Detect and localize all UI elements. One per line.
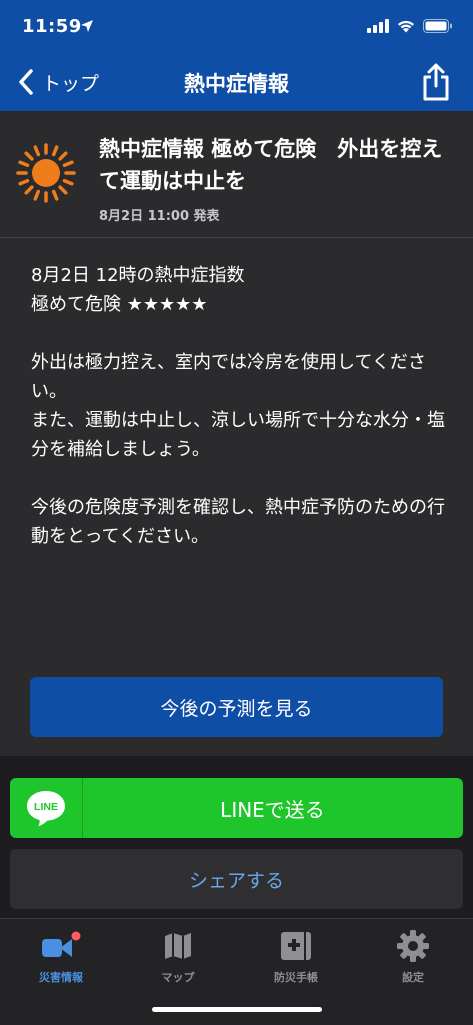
- tab-label: 設定: [402, 971, 424, 984]
- tab-settings[interactable]: 設定: [354, 929, 472, 989]
- line-send-button[interactable]: LINE LINEで送る: [10, 778, 463, 838]
- sun-icon: [16, 143, 76, 203]
- tab-handbook[interactable]: 防災手帳: [237, 929, 355, 989]
- status-time: 11:59: [22, 16, 82, 37]
- issued-time: 8月2日 11:00 発表: [99, 209, 220, 224]
- view-forecast-button[interactable]: 今後の予測を見る: [30, 677, 443, 737]
- status-bar: 11:59: [0, 0, 473, 56]
- tab-label: 防災手帳: [274, 971, 318, 984]
- location-arrow-icon: [81, 20, 93, 32]
- line-logo-text: LINE: [34, 801, 58, 813]
- line-send-label: LINEで送る: [220, 797, 325, 822]
- advice-paragraph-1: 外出は極力控え、室内では冷房を使用してください。: [31, 352, 426, 402]
- wifi-icon: [398, 20, 414, 33]
- share-icon[interactable]: [421, 62, 451, 102]
- status-icons: [367, 18, 453, 34]
- map-icon: [165, 933, 191, 959]
- nav-bar: トップ 熱中症情報: [0, 56, 473, 111]
- battery-icon: [423, 19, 452, 33]
- tab-disaster-info[interactable]: 災害情報: [2, 929, 120, 989]
- tab-map[interactable]: マップ: [119, 929, 237, 989]
- tab-label: 災害情報: [39, 971, 83, 984]
- disaster-info-icon: [42, 931, 81, 957]
- alert-body: 8月2日 12時の熱中症指数 極めて危険 ★★★★★ 外出は極力控え、室内では冷…: [31, 261, 451, 551]
- alert-headline: 熱中症情報 極めて危険 外出を控えて運動は中止を: [99, 137, 443, 193]
- tab-bar: 災害情報 マップ 防災手帳 設定: [0, 918, 473, 1025]
- alert-header: 熱中症情報 極めて危険 外出を控えて運動は中止を 8月2日 11:00 発表: [0, 111, 473, 238]
- heatstroke-card: 熱中症情報 極めて危険 外出を控えて運動は中止を 8月2日 11:00 発表 8…: [0, 111, 473, 756]
- tab-label: マップ: [161, 971, 195, 984]
- app-header: 11:59 トップ 熱中症情報: [0, 0, 473, 111]
- index-line: 8月2日 12時の熱中症指数: [31, 265, 245, 286]
- home-indicator[interactable]: [152, 1007, 322, 1012]
- gear-icon: [397, 930, 429, 962]
- advice-paragraph-3: 今後の危険度予測を確認し、熱中症予防のための行動をとってください。: [31, 497, 445, 547]
- level-line: 極めて危険 ★★★★★: [31, 294, 208, 315]
- handbook-icon: [281, 932, 311, 960]
- cellular-signal-icon: [367, 19, 389, 33]
- advice-paragraph-2: また、運動は中止し、涼しい場所で十分な水分・塩分を補給しましょう。: [31, 410, 445, 460]
- notification-badge: [71, 931, 81, 941]
- page-title: 熱中症情報: [184, 72, 289, 96]
- line-logo-icon: LINE: [10, 778, 83, 838]
- share-button[interactable]: シェアする: [10, 849, 463, 909]
